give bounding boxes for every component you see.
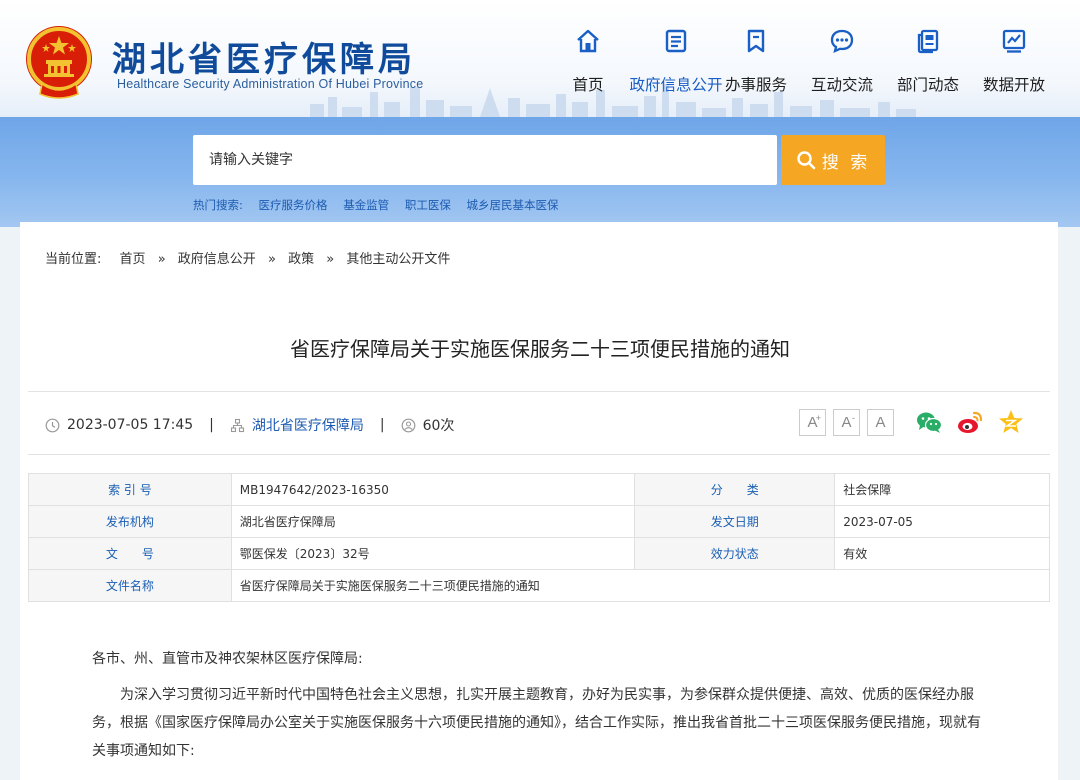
- issuer-value: 湖北省医疗保障局: [230, 505, 636, 538]
- validity-value: 有效: [834, 537, 1050, 570]
- share-weibo-button[interactable]: [956, 408, 984, 436]
- document-info-table: 索 引 号 MB1947642/2023-16350 分 类 社会保障 发布机构…: [28, 473, 1051, 602]
- body-greeting: 各市、州、直管市及神农架林区医疗保障局:: [92, 651, 363, 667]
- article-title: 省医疗保障局关于实施医保服务二十三项便民措施的通知: [290, 337, 790, 361]
- category-value: 社会保障: [834, 473, 1050, 506]
- share-qzone-button[interactable]: [997, 408, 1025, 436]
- meta-divider: [28, 454, 1050, 455]
- search-input[interactable]: [193, 135, 777, 185]
- meta-separator: |: [379, 417, 385, 433]
- hot-searches: 热门搜索: 医疗服务价格 基金监管 职工医保 城乡居民基本医保: [193, 197, 559, 213]
- search-button-label: 搜 索: [821, 152, 871, 173]
- breadcrumb-home[interactable]: 首页: [120, 252, 146, 267]
- nav-label: 办事服务: [724, 76, 787, 94]
- wechat-icon: [917, 412, 943, 433]
- minus-icon: -: [852, 413, 855, 423]
- file-name-value: 省医疗保障局关于实施医保服务二十三项便民措施的通知: [230, 569, 1051, 602]
- title-divider: [28, 391, 1050, 392]
- bookmark-icon: [747, 29, 765, 53]
- font-increase-button[interactable]: A +: [799, 409, 826, 436]
- breadcrumb-other-files[interactable]: 其他主动公开文件: [346, 252, 450, 267]
- weibo-icon: [958, 411, 983, 433]
- nav-item-services[interactable]: 办事服务: [708, 28, 804, 95]
- category-label: 分 类: [634, 473, 836, 506]
- publish-datetime: 2023-07-05 17:45: [67, 417, 194, 433]
- search-button[interactable]: 搜 索: [781, 135, 885, 185]
- font-decrease-button[interactable]: A-: [833, 409, 860, 436]
- breadcrumb-separator: »: [326, 252, 335, 267]
- nav-item-interaction[interactable]: 互动交流: [794, 28, 890, 95]
- views-icon: [401, 418, 416, 432]
- file-name-label: 文件名称: [28, 569, 232, 602]
- meta-separator: |: [209, 417, 214, 433]
- national-emblem-icon: [26, 26, 92, 99]
- chart-icon: [1002, 29, 1026, 53]
- issue-date-label: 发文日期: [634, 505, 836, 538]
- validity-label: 效力状态: [634, 537, 836, 570]
- search-icon: [797, 151, 816, 170]
- article-body: 各市、州、直管市及神农架林区医疗保障局: 为深入学习贯彻习近平新时代中国特色社会…: [92, 645, 992, 765]
- index-label: 索 引 号: [28, 473, 232, 506]
- font-button-label: A: [875, 414, 886, 431]
- view-count: 60次: [422, 418, 455, 434]
- nav-item-dept-news[interactable]: 部门动态: [880, 28, 976, 95]
- issue-date-value: 2023-07-05: [834, 505, 1050, 538]
- nav-item-open-data[interactable]: 数据开放: [966, 28, 1062, 95]
- news-icon: [917, 29, 939, 54]
- site-title: 湖北省医疗保障局: [112, 40, 416, 80]
- share-wechat-button[interactable]: [915, 408, 943, 436]
- body-paragraph: 为深入学习贯彻习近平新时代中国特色社会主义思想，扎实开展主题教育，办好为民实事，…: [92, 687, 981, 759]
- nav-label: 部门动态: [896, 76, 959, 94]
- nav-label: 互动交流: [810, 76, 873, 94]
- index-value: MB1947642/2023-16350: [230, 473, 636, 506]
- share-buttons: [915, 408, 1038, 436]
- breadcrumb-separator: »: [267, 252, 276, 267]
- breadcrumb-separator: »: [157, 252, 166, 267]
- font-button-label: A: [841, 414, 852, 431]
- organization-icon: [230, 418, 244, 432]
- hot-searches-label: 热门搜索:: [193, 198, 243, 212]
- doc-number-label: 文 号: [28, 537, 232, 570]
- site-subtitle: Healthcare Security Administration Of Hu…: [117, 77, 424, 91]
- chat-icon: [830, 29, 854, 53]
- font-reset-button[interactable]: A: [867, 409, 894, 436]
- clock-icon: [45, 418, 60, 432]
- site-header: 湖北省医疗保障局 Healthcare Security Administrat…: [0, 0, 1080, 117]
- qzone-star-icon: [999, 410, 1023, 433]
- table-row: 发布机构 湖北省医疗保障局 发文日期 2023-07-05: [28, 505, 1050, 538]
- breadcrumb-prefix: 当前位置:: [45, 252, 102, 267]
- breadcrumb-policy[interactable]: 政策: [288, 252, 314, 267]
- article-source[interactable]: 湖北省医疗保障局: [252, 415, 364, 435]
- hot-search-link[interactable]: 城乡居民基本医保: [467, 198, 559, 212]
- hot-search-link[interactable]: 职工医保: [405, 198, 451, 212]
- table-row: 文件名称 省医疗保障局关于实施医保服务二十三项便民措施的通知: [28, 569, 1051, 602]
- hot-search-link[interactable]: 医疗服务价格: [259, 198, 328, 212]
- issuer-label: 发布机构: [28, 505, 232, 538]
- table-row: 索 引 号 MB1947642/2023-16350 分 类 社会保障: [28, 473, 1050, 506]
- home-icon: [577, 29, 599, 53]
- table-row: 文 号 鄂医保发〔2023〕32号 效力状态 有效: [28, 537, 1050, 570]
- doc-number-value: 鄂医保发〔2023〕32号: [230, 537, 636, 570]
- font-size-controls: A + A- A: [799, 409, 901, 436]
- breadcrumb: 当前位置: 首页 » 政府信息公开 » 政策 » 其他主动公开文件: [45, 248, 450, 267]
- hot-search-link[interactable]: 基金监管: [343, 198, 389, 212]
- plus-icon: +: [815, 413, 821, 423]
- breadcrumb-gov-info[interactable]: 政府信息公开: [178, 252, 256, 267]
- article-meta: 2023-07-05 17:45 | 湖北省医疗保障局 | 60次: [45, 415, 454, 435]
- document-icon: [665, 29, 687, 53]
- nav-label: 数据开放: [982, 76, 1045, 94]
